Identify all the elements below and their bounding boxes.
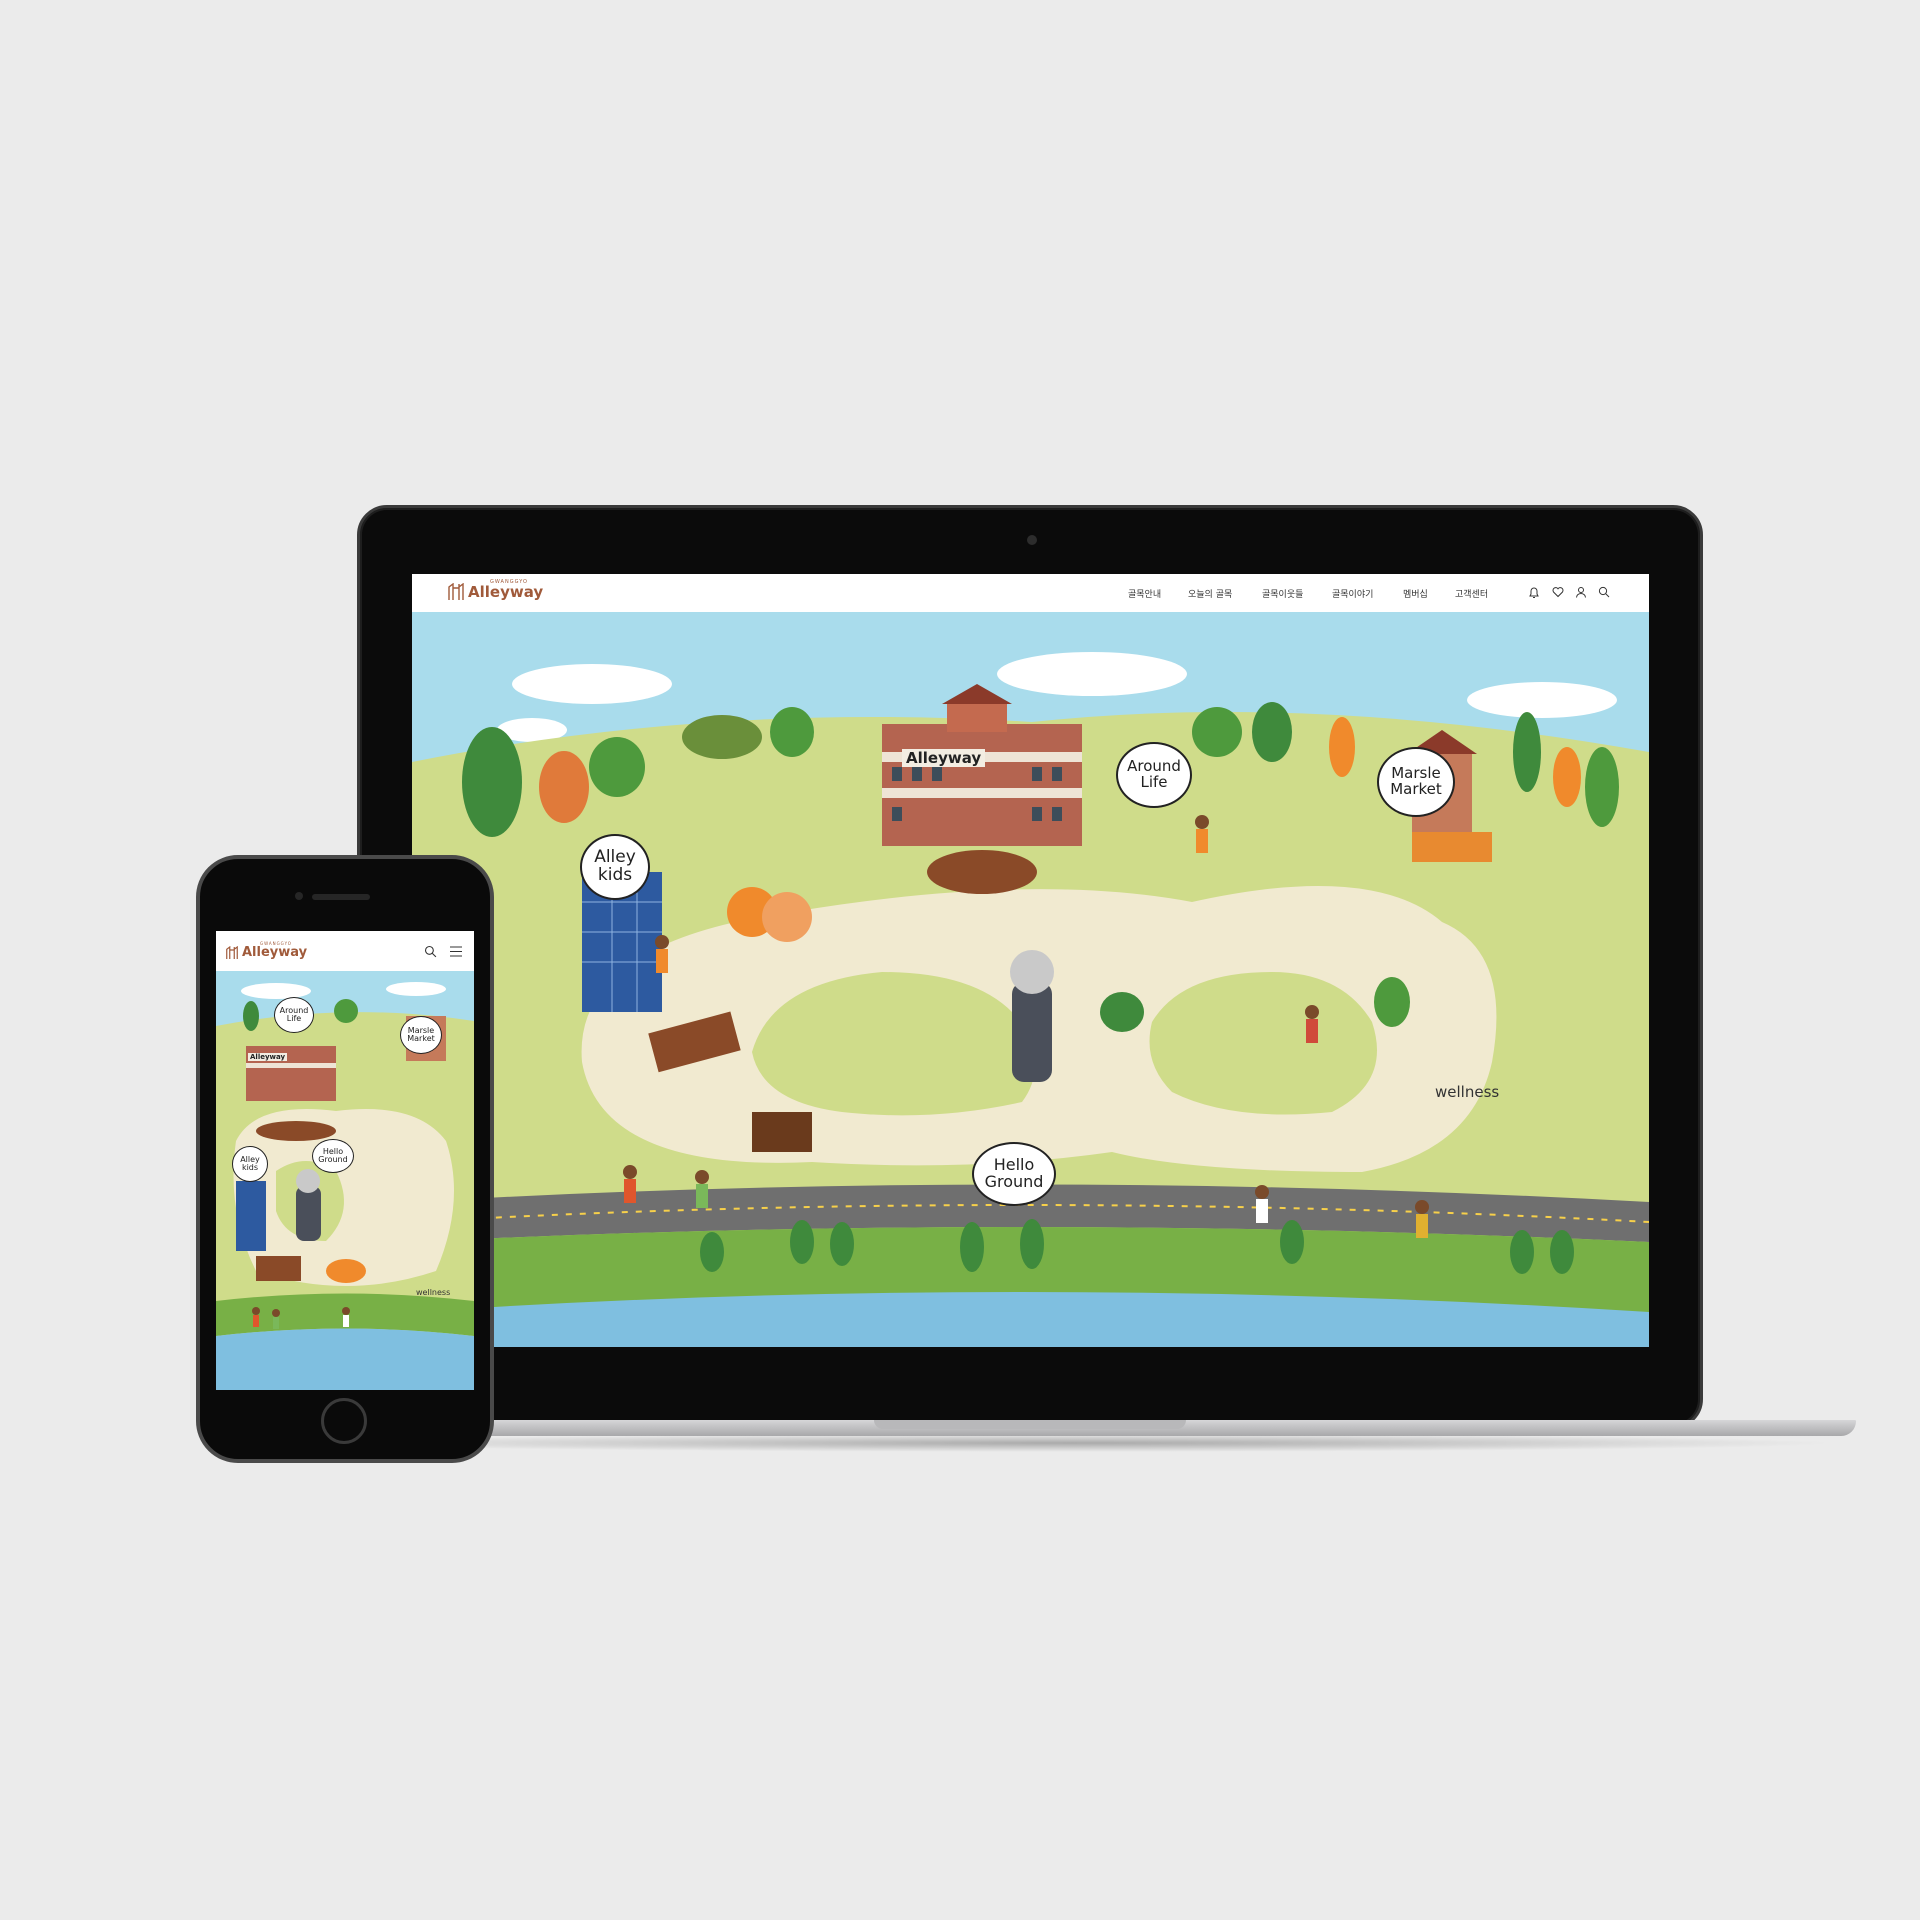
heart-icon[interactable]	[1552, 586, 1564, 598]
logo-icon	[448, 583, 464, 600]
label-around-life[interactable]: Around Life	[1116, 742, 1192, 808]
nav-item-guide[interactable]: 골목안내	[1128, 587, 1161, 600]
mobile-building-sign: Alleyway	[248, 1053, 288, 1061]
search-icon[interactable]	[424, 945, 437, 958]
desktop-screen: Alleyway GWANGGYO 골목안내 오늘의 골목 골목이웃들 골목이야…	[412, 574, 1649, 1347]
nav-item-support[interactable]: 고객센터	[1455, 587, 1488, 600]
mobile-illustrated-map[interactable]: Alleyway Around Life Marsle Market Alley…	[216, 971, 474, 1390]
logo-wordmark: Alleyway	[468, 583, 544, 601]
laptop-camera	[1027, 535, 1037, 545]
logo-icon	[226, 945, 238, 959]
mobile-label-alley-kids[interactable]: Alley kids	[232, 1146, 268, 1182]
bell-icon[interactable]	[1528, 586, 1540, 599]
phone-home-button[interactable]	[321, 1398, 367, 1444]
mobile-screen: Alleyway GWANGGYO Alleyway Around Life M…	[216, 931, 474, 1390]
label-marsle-market[interactable]: Marsle Market	[1377, 747, 1455, 817]
label-alley-kids[interactable]: Alley kids	[580, 834, 650, 900]
nav-item-today[interactable]: 오늘의 골목	[1188, 587, 1232, 600]
map-illustration	[412, 612, 1649, 1347]
search-icon[interactable]	[1598, 586, 1610, 598]
laptop-shadow	[300, 1434, 1840, 1452]
mobile-site-logo[interactable]: Alleyway GWANGGYO	[226, 941, 308, 960]
mobile-label-hello-ground[interactable]: Hello Ground	[312, 1139, 354, 1173]
label-wellness[interactable]: wellness	[1435, 1083, 1499, 1101]
mobile-label-marsle-market[interactable]: Marsle Market	[400, 1016, 442, 1054]
nav-item-membership[interactable]: 멤버십	[1403, 587, 1428, 600]
desktop-illustrated-map[interactable]: Alleyway Alley kids Around Life Marsle M…	[412, 612, 1649, 1347]
desktop-header: Alleyway GWANGGYO 골목안내 오늘의 골목 골목이웃들 골목이야…	[412, 574, 1649, 613]
menu-icon[interactable]	[450, 946, 462, 957]
mobile-label-around-life[interactable]: Around Life	[274, 997, 314, 1033]
mobile-header: Alleyway GWANGGYO	[216, 931, 474, 971]
logo-subtitle: GWANGGYO	[260, 941, 292, 946]
building-sign: Alleyway	[902, 749, 986, 767]
phone-camera	[295, 892, 303, 900]
logo-subtitle: GWANGGYO	[490, 579, 528, 585]
label-hello-ground[interactable]: Hello Ground	[972, 1142, 1056, 1206]
mobile-label-wellness[interactable]: wellness	[416, 1288, 450, 1297]
logo-wordmark: Alleyway	[242, 945, 308, 960]
laptop-notch	[874, 1420, 1186, 1429]
site-logo[interactable]: Alleyway GWANGGYO	[448, 579, 544, 601]
phone-speaker	[312, 894, 370, 900]
user-icon[interactable]	[1575, 586, 1587, 598]
nav-item-stories[interactable]: 골목이야기	[1332, 587, 1373, 600]
nav-item-neighbors[interactable]: 골목이웃들	[1262, 587, 1303, 600]
